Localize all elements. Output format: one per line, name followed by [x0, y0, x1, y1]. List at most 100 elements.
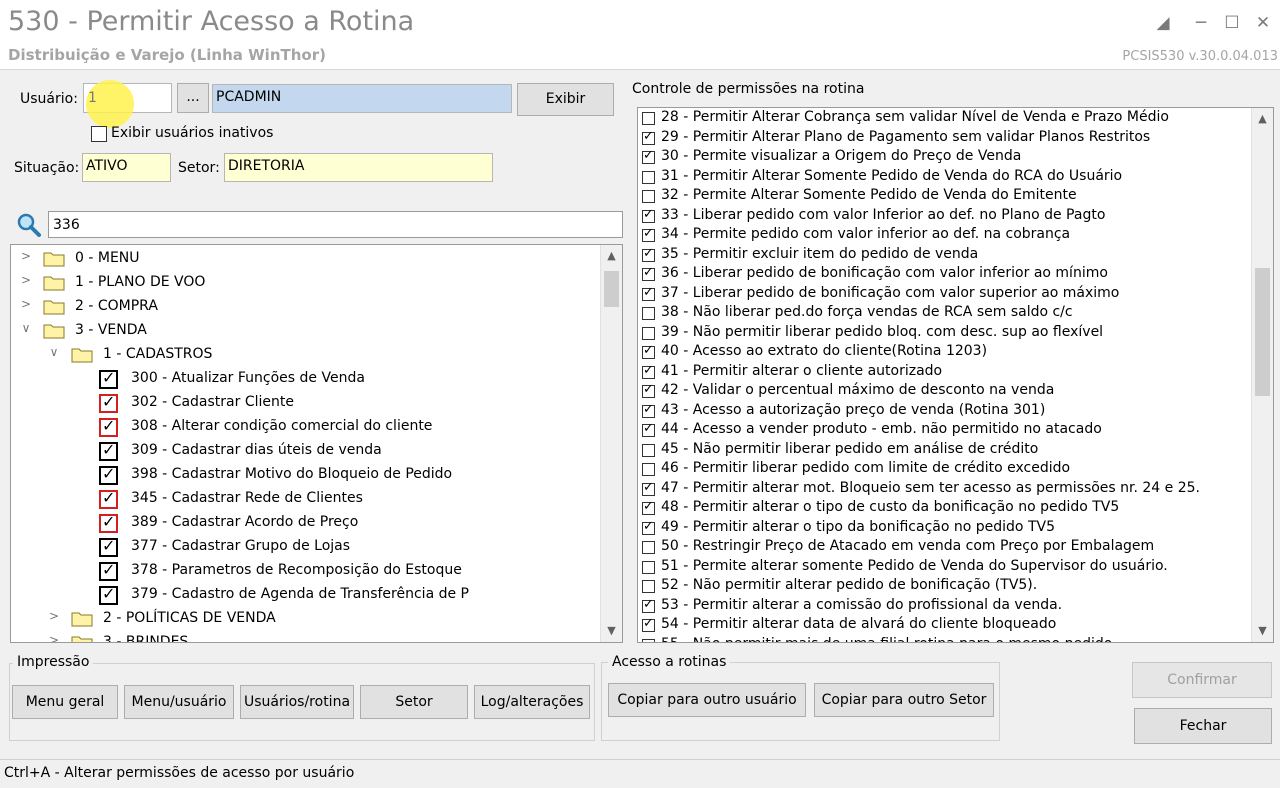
fechar-button[interactable]: Fechar [1134, 708, 1272, 744]
permission-checkbox[interactable] [642, 190, 655, 203]
permission-checkbox[interactable] [642, 170, 655, 184]
permission-checkbox[interactable] [642, 112, 655, 125]
tree-node-label: 3 - BRINDES [103, 634, 189, 643]
scroll-thumb[interactable] [604, 271, 619, 307]
maximize-icon[interactable]: ☐ [1221, 12, 1243, 34]
lookup-button[interactable]: ... [177, 83, 209, 113]
permission-checkbox[interactable] [642, 463, 655, 476]
checkmark-icon: ✓ [102, 560, 116, 579]
checkmark-icon: ✓ [643, 499, 654, 514]
tree-checkbox[interactable]: ✓ [99, 512, 118, 533]
chevron-right-icon[interactable]: > [19, 273, 33, 287]
scroll-down-icon[interactable]: ▼ [1252, 622, 1273, 640]
permission-checkbox[interactable]: ✓ [642, 499, 655, 515]
inativos-checkbox[interactable] [91, 126, 107, 142]
scroll-up-icon[interactable]: ▲ [601, 247, 622, 265]
tree-node-label: 378 - Parametros de Recomposição do Esto… [131, 562, 462, 578]
permission-checkbox[interactable]: ✓ [642, 207, 655, 223]
permission-checkbox[interactable] [642, 541, 655, 554]
tree-node-label: 309 - Cadastrar dias úteis de venda [131, 442, 382, 458]
status-bar: Ctrl+A - Alterar permissões de acesso po… [0, 759, 1280, 788]
tree-checkbox[interactable]: ✓ [99, 560, 118, 581]
permission-checkbox[interactable]: ✓ [642, 129, 655, 145]
tree-checkbox[interactable]: ✓ [99, 584, 118, 605]
permission-checkbox[interactable]: ✓ [642, 148, 655, 164]
usuario-code-input[interactable]: 1 [83, 80, 172, 128]
tree-checkbox[interactable]: ✓ [99, 416, 118, 437]
menu-usuario-button[interactable]: Menu/usuário [124, 685, 234, 719]
pin-icon[interactable]: ◢ [1152, 12, 1174, 34]
log-alteracoes-button[interactable]: Log/alterações [474, 685, 590, 719]
permission-checkbox[interactable]: ✓ [642, 597, 655, 613]
checkmark-icon: ✓ [102, 368, 116, 387]
chevron-right-icon[interactable]: > [19, 297, 33, 311]
permission-label: 50 - Restringir Preço de Atacado em vend… [661, 538, 1155, 554]
permission-checkbox[interactable]: ✓ [642, 402, 655, 418]
permission-checkbox[interactable]: ✓ [642, 226, 655, 242]
permissions-scrollbar[interactable]: ▲ ▼ [1251, 108, 1273, 642]
chevron-down-icon[interactable]: ∨ [47, 345, 61, 359]
chevron-down-icon[interactable]: ∨ [19, 321, 33, 335]
checkmark-icon: ✓ [643, 421, 654, 436]
search-input[interactable] [48, 211, 623, 238]
tree-checkbox[interactable]: ✓ [99, 536, 118, 557]
impressao-title: Impressão [13, 654, 94, 670]
permission-checkbox[interactable]: ✓ [642, 343, 655, 359]
permission-checkbox[interactable]: ✓ [642, 616, 655, 632]
permission-label: 43 - Acesso a autorização preço de venda… [661, 401, 1046, 418]
tree-node-label: 308 - Alterar condição comercial do clie… [131, 418, 433, 434]
permission-checkbox[interactable]: ✓ [642, 518, 655, 535]
routine-tree[interactable]: >0 - MENU >1 - PLANO DE VOO >2 - COMPRA ∨ 3 … [10, 244, 623, 643]
checkmark-icon: ✓ [102, 464, 116, 483]
setor-button[interactable]: Setor [360, 685, 468, 719]
permission-checkbox[interactable] [642, 560, 655, 574]
copiar-usuario-button[interactable]: Copiar para outro usuário [608, 683, 806, 717]
tree-checkbox[interactable]: ✓ [99, 368, 118, 389]
scroll-up-icon[interactable]: ▲ [1252, 110, 1273, 128]
exibir-button[interactable]: Exibir [517, 83, 614, 116]
tree-scrollbar[interactable]: ▲ ▼ [600, 245, 622, 642]
permission-checkbox[interactable] [642, 638, 655, 642]
tree-checkbox[interactable]: ✓ [99, 488, 118, 509]
permission-label: 46 - Permitir liberar pedido com limite … [661, 460, 1071, 476]
permission-checkbox[interactable]: ✓ [642, 363, 655, 379]
minimize-icon[interactable]: ─ [1190, 12, 1212, 34]
tree-checkbox[interactable]: ✓ [99, 464, 118, 485]
tree-node-label: 1 - PLANO DE VOO [75, 274, 206, 290]
permission-checkbox[interactable]: ✓ [642, 421, 655, 437]
tree-node-label: 300 - Atualizar Funções de Venda [131, 370, 365, 386]
tree-node-label: 302 - Cadastrar Cliente [131, 394, 294, 410]
copiar-setor-button[interactable]: Copiar para outro Setor [814, 683, 994, 717]
chevron-right-icon[interactable]: > [47, 609, 61, 623]
tree-checkbox[interactable]: ✓ [99, 392, 118, 413]
situacao-field: ATIVO [82, 153, 171, 182]
permission-checkbox[interactable]: ✓ [642, 246, 655, 262]
permission-label: 49 - Permitir alterar o tipo da bonifica… [661, 518, 1055, 535]
window-title: 530 - Permitir Acesso a Rotina [8, 6, 415, 37]
permission-checkbox[interactable]: ✓ [642, 265, 655, 281]
close-icon[interactable]: ✕ [1252, 12, 1274, 34]
permission-label: 52 - Não permitir alterar pedido de boni… [661, 577, 1038, 593]
permission-label: 30 - Permite visualizar a Origem do Preç… [661, 148, 1022, 164]
chevron-right-icon[interactable]: > [47, 633, 61, 642]
inativos-label: Exibir usuários inativos [111, 125, 274, 141]
confirmar-button[interactable]: Confirmar [1132, 662, 1272, 698]
permission-checkbox[interactable] [642, 307, 655, 320]
chevron-right-icon[interactable]: > [19, 249, 33, 263]
scroll-down-icon[interactable]: ▼ [601, 622, 622, 640]
permission-checkbox[interactable]: ✓ [642, 480, 655, 496]
permissions-title: Controle de permissões na rotina [632, 81, 865, 97]
permission-checkbox[interactable]: ✓ [642, 285, 655, 301]
permission-checkbox[interactable] [642, 580, 655, 593]
checkmark-icon: ✓ [643, 518, 654, 534]
permissions-list[interactable]: 28 - Permitir Alterar Cobrança sem valid… [637, 107, 1274, 643]
menu-geral-button[interactable]: Menu geral [12, 685, 118, 719]
scroll-thumb[interactable] [1255, 268, 1270, 396]
usuarios-rotina-button[interactable]: Usuários/rotina [240, 685, 354, 719]
permission-checkbox[interactable] [642, 326, 655, 340]
permission-checkbox[interactable] [642, 443, 655, 457]
permission-checkbox[interactable]: ✓ [642, 382, 655, 398]
folder-icon [43, 276, 65, 291]
tree-checkbox[interactable]: ✓ [99, 440, 118, 461]
checkmark-icon: ✓ [643, 343, 654, 358]
